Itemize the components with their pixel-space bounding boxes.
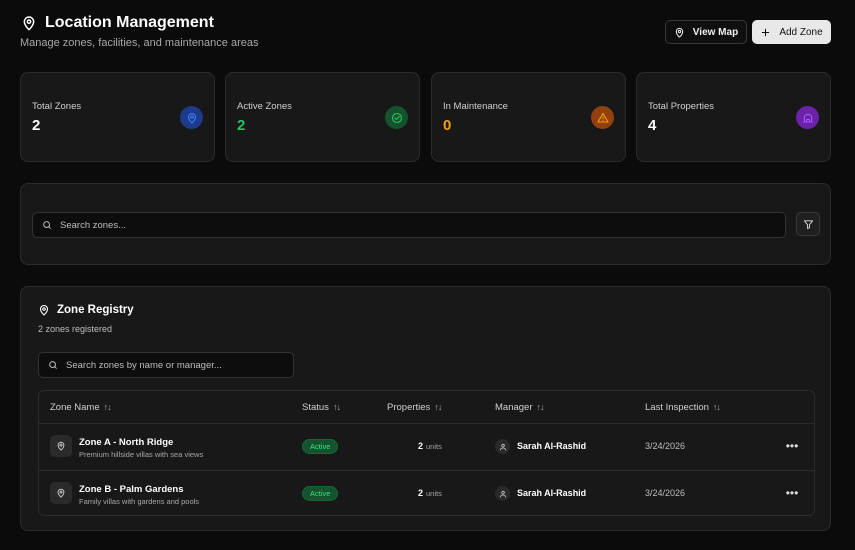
filter-icon — [803, 219, 813, 229]
manager-name: Sarah Al-Rashid — [517, 488, 587, 498]
check-circle-icon — [385, 106, 408, 129]
warning-icon — [591, 106, 614, 129]
properties-value: 2 — [418, 488, 424, 498]
table-row[interactable]: Zone A - North Ridge Premium hillside vi… — [39, 424, 814, 470]
zone-description: Premium hillside villas with sea views — [79, 450, 204, 459]
units-label: units — [426, 489, 442, 498]
stat-card-total-properties: Total Properties 4 — [636, 72, 831, 162]
map-pin-icon — [39, 304, 49, 316]
sort-icon: ↑↓ — [332, 402, 341, 412]
map-pin-icon — [50, 435, 72, 457]
table-row[interactable]: Zone B - Palm Gardens Family villas with… — [39, 470, 814, 515]
add-zone-button[interactable]: Add Zone — [752, 20, 831, 44]
search-input[interactable] — [60, 219, 785, 231]
registry-subtitle: 2 zones registered — [38, 324, 113, 334]
properties-value: 2 — [418, 441, 424, 451]
add-zone-label: Add Zone — [779, 26, 823, 38]
page-title-text: Location Management — [45, 14, 214, 31]
view-map-label: View Map — [692, 26, 739, 38]
column-label: Last Inspection — [645, 401, 709, 413]
column-label: Status — [302, 401, 329, 413]
properties-count: 2 units — [418, 441, 442, 451]
column-header-manager[interactable]: Manager ↑↓ — [495, 391, 545, 423]
filter-button[interactable] — [796, 212, 820, 236]
view-map-button[interactable]: View Map — [665, 20, 747, 44]
more-actions-icon[interactable]: ••• — [783, 484, 801, 502]
manager-name: Sarah Al-Rashid — [517, 441, 587, 451]
search-box[interactable] — [32, 212, 786, 238]
properties-count: 2 units — [418, 488, 442, 498]
search-icon — [43, 221, 51, 229]
column-header-last-inspection[interactable]: Last Inspection ↑↓ — [645, 391, 721, 423]
search-icon — [49, 361, 57, 369]
sort-icon: ↑↓ — [103, 402, 112, 412]
user-icon — [495, 486, 510, 501]
registry-title-text: Zone Registry — [57, 304, 134, 316]
stat-label: Total Properties — [648, 101, 715, 112]
stat-value: 4 — [648, 117, 657, 134]
column-header-properties[interactable]: Properties ↑↓ — [387, 391, 442, 423]
stat-label: Total Zones — [32, 101, 82, 112]
column-label: Manager — [495, 401, 533, 413]
stat-value: 2 — [32, 117, 41, 134]
stat-card-total-zones: Total Zones 2 — [20, 72, 215, 162]
stat-value: 2 — [237, 117, 246, 134]
building-icon — [796, 106, 819, 129]
zone-table: Zone Name ↑↓ Status ↑↓ Properties ↑↓ Manage… — [38, 390, 815, 516]
column-header-status[interactable]: Status ↑↓ — [302, 391, 341, 423]
column-label: Zone Name — [50, 401, 100, 413]
zone-name: Zone A - North Ridge — [79, 437, 174, 448]
zone-description: Family villas with gardens and pools — [79, 497, 200, 506]
zone-name: Zone B - Palm Gardens — [79, 484, 184, 495]
stat-card-in-maintenance: In Maintenance 0 — [431, 72, 626, 162]
map-pin-icon — [675, 27, 684, 38]
registry-search-box[interactable] — [38, 352, 294, 378]
column-label: Properties — [387, 401, 431, 413]
more-actions-icon[interactable]: ••• — [783, 437, 801, 455]
stat-label: In Maintenance — [443, 101, 508, 112]
column-header-zone-name[interactable]: Zone Name ↑↓ — [50, 391, 112, 423]
sort-icon: ↑↓ — [536, 402, 545, 412]
units-label: units — [426, 442, 442, 451]
status-badge: Active — [302, 439, 339, 454]
registry-title: Zone Registry — [38, 304, 134, 316]
registry-search-input[interactable] — [66, 359, 293, 371]
page-title: Location Management — [21, 14, 214, 32]
map-pin-icon — [180, 106, 203, 129]
status-badge: Active — [302, 486, 339, 501]
search-panel — [20, 183, 831, 265]
last-inspection-date: 3/24/2026 — [645, 441, 686, 451]
stat-label: Active Zones — [237, 101, 292, 112]
stat-card-active-zones: Active Zones 2 — [225, 72, 420, 162]
sort-icon: ↑↓ — [712, 402, 721, 412]
map-pin-icon — [50, 482, 72, 504]
last-inspection-date: 3/24/2026 — [645, 488, 686, 498]
sort-icon: ↑↓ — [434, 402, 442, 412]
user-icon — [495, 439, 510, 454]
map-pin-icon — [23, 16, 35, 31]
stat-value: 0 — [443, 117, 452, 134]
plus-icon — [762, 28, 770, 36]
page-subtitle: Manage zones, facilities, and maintenanc… — [20, 37, 259, 49]
zone-registry-panel: Zone Registry 2 zones registered Zone Na… — [20, 286, 831, 531]
